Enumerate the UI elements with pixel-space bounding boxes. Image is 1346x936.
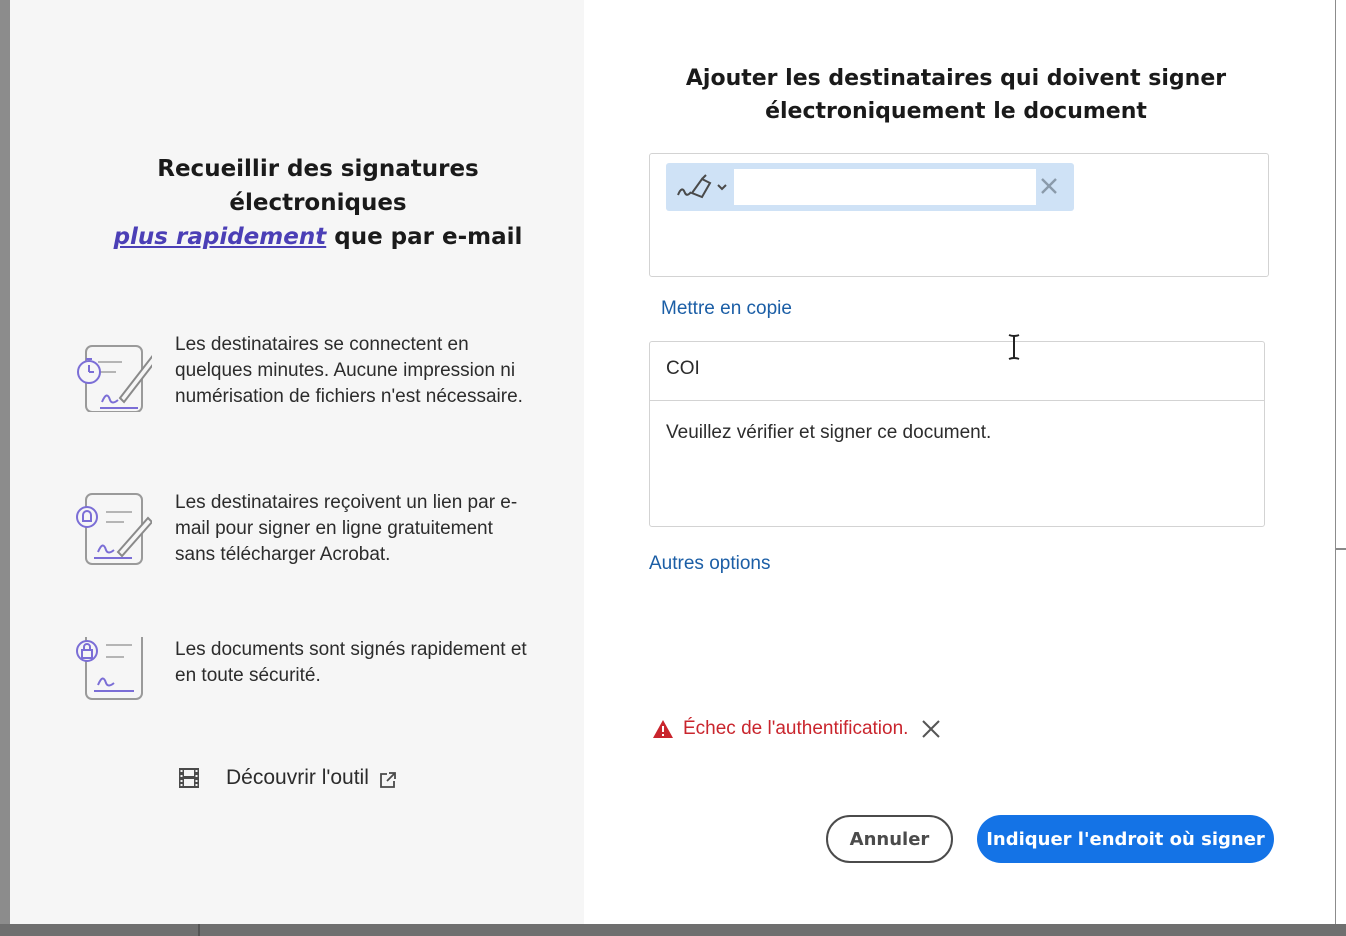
clear-recipient-icon[interactable] bbox=[1038, 175, 1060, 197]
discover-tool-label: Découvrir l'outil bbox=[226, 766, 369, 789]
email-signature-icon bbox=[76, 493, 152, 565]
timer-signature-icon bbox=[77, 345, 152, 412]
subject-field[interactable]: COI bbox=[650, 342, 1264, 401]
lock-document-icon bbox=[76, 637, 143, 700]
request-signatures-dialog: Recueillir des signatures électroniques … bbox=[10, 0, 1335, 924]
info-panel: Recueillir des signatures électroniques … bbox=[10, 0, 584, 924]
recipients-box bbox=[649, 153, 1269, 277]
form-title: Ajouter les destinataires qui doivent si… bbox=[660, 62, 1252, 128]
recipient-row bbox=[666, 163, 1074, 211]
cancel-button[interactable]: Annuler bbox=[826, 815, 953, 863]
discover-tool-link[interactable]: Découvrir l'outil bbox=[178, 766, 397, 790]
specify-signing-location-button[interactable]: Indiquer l'endroit où signer bbox=[977, 815, 1274, 863]
info-heading: Recueillir des signatures électroniques … bbox=[50, 152, 586, 254]
error-message: Échec de l'authentification. bbox=[683, 718, 909, 739]
form-title-line2: électroniquement le document bbox=[765, 99, 1147, 124]
info-heading-line1: Recueillir des signatures bbox=[157, 156, 479, 182]
feature-text: Les destinataires se connectent en quelq… bbox=[175, 334, 523, 407]
text-cursor-icon bbox=[1008, 334, 1020, 360]
signer-role-icon[interactable] bbox=[676, 173, 732, 201]
form-title-line1: Ajouter les destinataires qui doivent si… bbox=[685, 66, 1227, 91]
heading-highlight-link[interactable]: plus rapidement bbox=[114, 224, 327, 250]
feature-text: Les destinataires reçoivent un lien par … bbox=[175, 492, 518, 565]
error-banner: Échec de l'authentification. bbox=[652, 718, 942, 740]
background-tick bbox=[198, 924, 200, 936]
message-field[interactable]: Veuillez vérifier et signer ce document. bbox=[650, 402, 1264, 526]
recipient-email-input[interactable] bbox=[734, 169, 1036, 205]
message-box: COI Veuillez vérifier et signer ce docum… bbox=[649, 341, 1265, 527]
more-options-link[interactable]: Autres options bbox=[649, 553, 770, 575]
external-link-icon bbox=[379, 772, 396, 788]
info-heading-line2: électroniques bbox=[229, 190, 407, 216]
feature-text: Les documents sont signés rapidement et … bbox=[175, 639, 527, 686]
background-bottom-strip bbox=[0, 924, 1346, 936]
close-error-icon[interactable] bbox=[920, 718, 942, 740]
film-icon bbox=[179, 768, 199, 788]
heading-rest: que par e-mail bbox=[326, 224, 523, 250]
background-app-strip bbox=[1336, 0, 1346, 936]
warning-icon bbox=[653, 720, 673, 738]
background-divider bbox=[1336, 548, 1346, 550]
info-heading-line3: plus rapidement que par e-mail bbox=[50, 220, 586, 254]
cc-link[interactable]: Mettre en copie bbox=[661, 298, 792, 320]
